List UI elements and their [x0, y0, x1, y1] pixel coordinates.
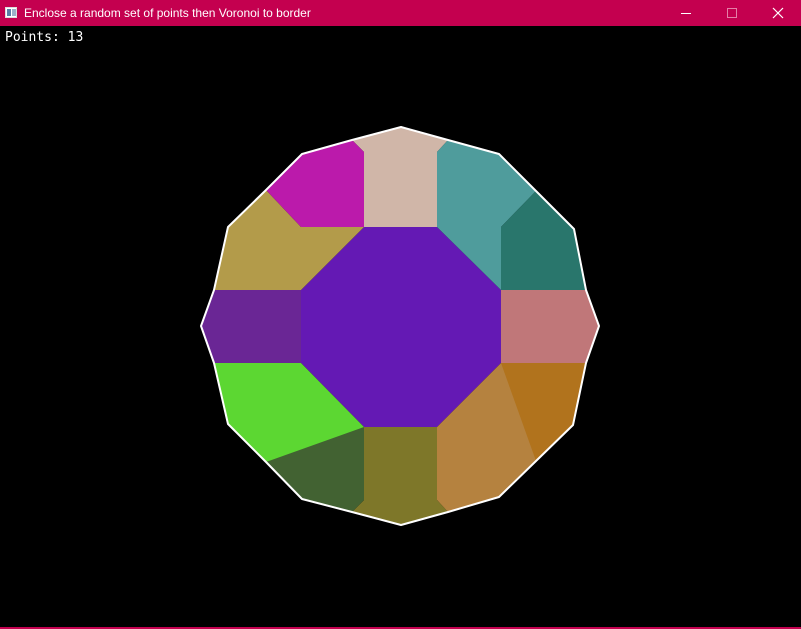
- window-title: Enclose a random set of points then Voro…: [24, 6, 311, 20]
- minimize-button[interactable]: [663, 0, 709, 26]
- maximize-icon: [727, 8, 737, 18]
- maximize-button[interactable]: [709, 0, 755, 26]
- drawing-canvas[interactable]: Points: 13: [0, 26, 801, 627]
- title-bar[interactable]: Enclose a random set of points then Voro…: [0, 0, 801, 26]
- top-cell: [352, 127, 448, 227]
- right-cell: [501, 290, 599, 363]
- app-window-icon: [5, 7, 17, 18]
- bottom-cell: [352, 427, 448, 525]
- close-icon: [772, 7, 784, 19]
- left-cell: [201, 290, 301, 363]
- minimize-icon: [681, 13, 691, 14]
- voronoi-diagram: [200, 126, 600, 526]
- close-button[interactable]: [755, 0, 801, 26]
